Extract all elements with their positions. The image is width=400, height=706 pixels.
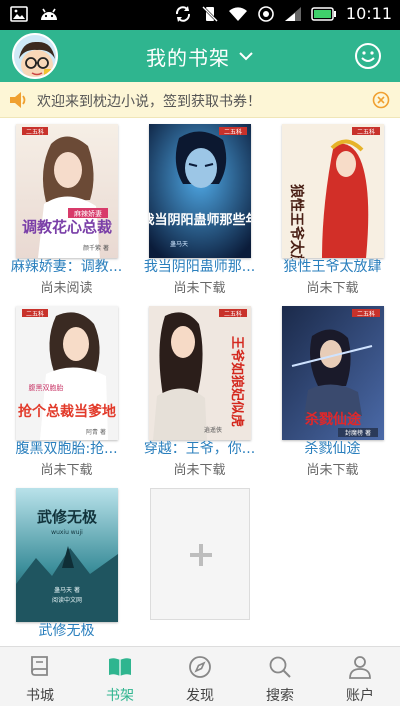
cover-subtitle: 麻辣娇妻 — [74, 209, 102, 218]
book-item[interactable]: 二五科 杀戮仙途 封魔榜 著 杀戮仙途 尚未下载 — [266, 300, 399, 478]
status-time: 10:11 — [345, 4, 392, 23]
android-notification-icon — [41, 8, 57, 20]
battery-icon — [311, 6, 336, 21]
page-title[interactable]: 我的书架 — [146, 42, 230, 71]
add-book-button[interactable] — [150, 488, 250, 620]
search-icon — [269, 656, 291, 678]
cover-title: 抢个总裁当爹地 — [18, 403, 116, 420]
bookstore-icon — [31, 656, 48, 676]
book-cover[interactable]: 武修无极 wuxiu wuji 蛊马天 著 阅读中文网 — [16, 488, 118, 622]
cover-author: 蛊马天 — [170, 240, 188, 248]
book-cover[interactable]: 二五科 麻辣娇妻 调教花心总裁 颜千紫 著 — [16, 124, 118, 258]
book-status: 尚未下载 — [173, 281, 226, 296]
compass-icon — [189, 656, 211, 678]
data-saver-icon — [258, 5, 274, 22]
title-bar: 我的书架 — [0, 30, 400, 82]
book-cover[interactable]: 二五科 我当阴阳蛊师那些年 蛊马天 — [149, 124, 251, 258]
cover-title: 调教花心总裁 — [22, 218, 112, 236]
cover-author: 蛊马天 著 — [54, 586, 80, 594]
publisher-badge: 二五科 — [357, 310, 375, 318]
cover-author: 颜千紫 著 — [83, 244, 109, 252]
publisher-badge: 二五科 — [357, 128, 375, 136]
book-title[interactable]: 武修无极 — [0, 620, 133, 640]
book-cover[interactable]: 二五科 狼性王爷太放肆 — [282, 124, 384, 258]
account-icon — [349, 656, 371, 679]
cover-title: 王爷如狼妃似虎 — [229, 336, 245, 427]
smile-icon[interactable] — [354, 42, 382, 70]
bookshelf-icon — [109, 658, 131, 676]
publisher-badge: 二五科 — [224, 310, 242, 318]
cover-title: 杀戮仙途 — [305, 411, 362, 428]
cover-author: 阿青 著 — [86, 428, 106, 436]
book-status: 尚未下载 — [40, 463, 93, 478]
cover-subtitle: wuxiu wuji — [51, 529, 83, 536]
book-cover[interactable]: 二五科 王爷如狼妃似虎 逍遥侠 — [149, 306, 251, 440]
book-status: 尚未下载 — [306, 281, 359, 296]
book-item[interactable]: 二五科 狼性王爷太放肆 狼性王爷太放肆 尚未下载 — [266, 118, 399, 296]
cover-title: 狼性王爷太放肆 — [288, 184, 305, 258]
wifi-icon — [228, 6, 247, 21]
nav-label: 书城 — [26, 688, 54, 704]
book-item[interactable]: 二五科 麻辣娇妻 调教花心总裁 颜千紫 著 麻辣娇妻：调教... 尚未阅读 — [0, 118, 133, 296]
nav-item-discover[interactable]: 发现 — [160, 647, 240, 706]
publisher-badge: 二五科 — [26, 310, 44, 318]
cover-publisher: 阅读中文网 — [52, 596, 82, 604]
avatar[interactable] — [12, 33, 58, 79]
nav-item-search[interactable]: 搜索 — [240, 647, 320, 706]
book-title[interactable]: 麻辣娇妻：调教... — [0, 256, 133, 276]
nav-item-bookstore[interactable]: 书城 — [0, 647, 80, 706]
cover-subtitle: 腹黑双胞胎 — [29, 383, 64, 392]
book-cover[interactable]: 二五科 腹黑双胞胎 抢个总裁当爹地 阿青 著 — [16, 306, 118, 440]
publisher-badge: 二五科 — [26, 128, 44, 136]
book-status: 尚未下载 — [306, 463, 359, 478]
book-cover[interactable]: 二五科 杀戮仙途 封魔榜 著 — [282, 306, 384, 440]
notice-text: 欢迎来到枕边小说，签到获取书券！ — [37, 94, 261, 110]
cover-author: 逍遥侠 — [204, 426, 222, 434]
cover-subtitle: 封魔榜 著 — [345, 429, 371, 437]
cover-title: 武修无极 — [37, 508, 98, 526]
nav-label: 书架 — [106, 688, 134, 704]
chevron-down-icon[interactable] — [238, 48, 254, 64]
close-icon[interactable] — [372, 91, 390, 109]
nav-label: 搜索 — [266, 688, 294, 704]
book-title[interactable]: 腹黑双胞胎:抢... — [0, 438, 133, 458]
publisher-badge: 二五科 — [224, 128, 242, 136]
book-title[interactable]: 穿越：王爷，你... — [133, 438, 266, 458]
vibrate-off-icon — [201, 5, 218, 22]
book-title[interactable]: 狼性王爷太放肆 — [266, 256, 399, 276]
plus-icon — [190, 544, 212, 566]
book-item[interactable]: 武修无极 wuxiu wuji 蛊马天 著 阅读中文网 武修无极 — [0, 482, 133, 646]
book-item[interactable]: 二五科 我当阴阳蛊师那些年 蛊马天 我当阴阳蛊师那... 尚未下载 — [133, 118, 266, 296]
nav-item-account[interactable]: 账户 — [320, 647, 400, 706]
nav-label: 账户 — [346, 688, 374, 704]
book-title[interactable]: 杀戮仙途 — [266, 438, 399, 458]
book-status: 尚未下载 — [173, 463, 226, 478]
sync-icon — [175, 5, 190, 22]
notice-bar[interactable]: 欢迎来到枕边小说，签到获取书券！ — [0, 82, 400, 118]
gallery-notification-icon — [10, 6, 28, 22]
cover-title: 我当阴阳蛊师那些年 — [149, 212, 251, 228]
status-bar: 10:11 — [0, 0, 400, 30]
book-status: 尚未阅读 — [40, 281, 93, 296]
user-avatar-icon — [14, 35, 56, 77]
speaker-icon — [10, 92, 26, 108]
book-item[interactable]: 二五科 腹黑双胞胎 抢个总裁当爹地 阿青 著 腹黑双胞胎:抢... 尚未下载 — [0, 300, 133, 478]
nav-label: 发现 — [186, 688, 214, 704]
bookshelf-grid: 二五科 麻辣娇妻 调教花心总裁 颜千紫 著 麻辣娇妻：调教... 尚未阅读 二五… — [0, 118, 400, 646]
signal-icon — [284, 6, 301, 21]
book-title[interactable]: 我当阴阳蛊师那... — [133, 256, 266, 276]
bottom-nav: 书城 书架 发现 搜索 账户 — [0, 646, 400, 706]
book-item[interactable]: 二五科 王爷如狼妃似虎 逍遥侠 穿越：王爷，你... 尚未下载 — [133, 300, 266, 478]
nav-item-bookshelf[interactable]: 书架 — [80, 647, 160, 706]
